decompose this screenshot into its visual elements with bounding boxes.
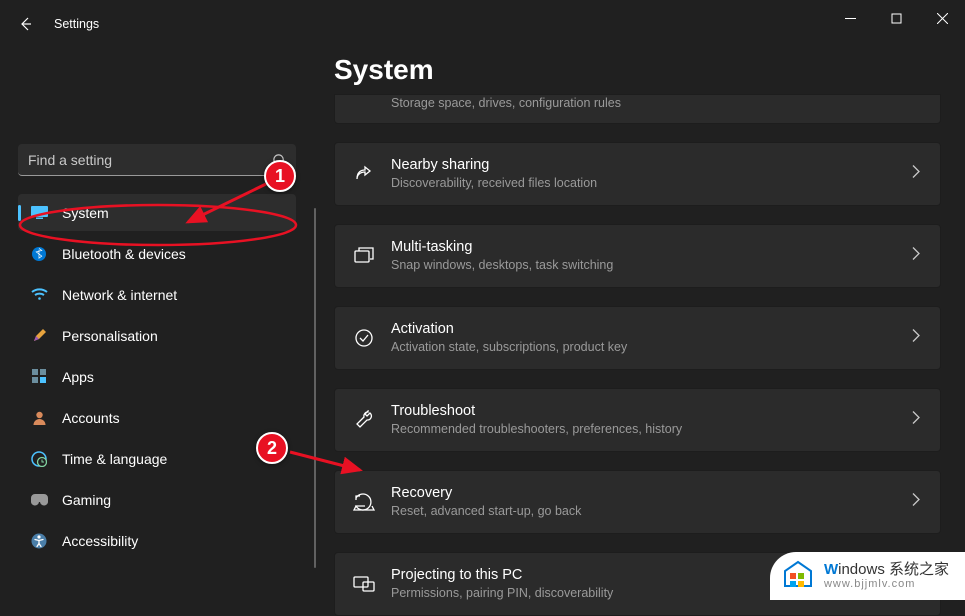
chevron-right-icon xyxy=(912,165,920,184)
window-controls xyxy=(827,14,965,34)
settings-card-nearby-sharing[interactable]: Nearby sharing Discoverability, received… xyxy=(334,142,941,206)
sidebar-item-label: Apps xyxy=(62,369,94,385)
share-icon xyxy=(353,163,375,185)
maximize-icon xyxy=(891,13,902,24)
settings-card-list: Storage space, drives, configuration rul… xyxy=(334,94,941,616)
sidebar-item-label: Network & internet xyxy=(62,287,177,303)
card-desc: Activation state, subscriptions, product… xyxy=(391,339,627,356)
accessibility-icon xyxy=(30,532,48,550)
search-input[interactable] xyxy=(18,144,296,176)
search-field[interactable] xyxy=(18,144,296,176)
projecting-icon xyxy=(353,573,375,595)
watermark-url: www.bjjmlv.com xyxy=(824,578,949,591)
card-desc: Permissions, pairing PIN, discoverabilit… xyxy=(391,585,613,602)
card-desc: Snap windows, desktops, task switching xyxy=(391,257,613,274)
minimize-icon xyxy=(845,13,856,24)
settings-card-multitasking[interactable]: Multi-tasking Snap windows, desktops, ta… xyxy=(334,224,941,288)
sidebar-item-personalisation[interactable]: Personalisation xyxy=(18,317,296,354)
back-button[interactable] xyxy=(6,16,46,32)
card-title: Recovery xyxy=(391,484,581,503)
chevron-right-icon xyxy=(912,329,920,348)
sidebar-item-network[interactable]: Network & internet xyxy=(18,276,296,313)
multitask-icon xyxy=(353,245,375,267)
wrench-icon xyxy=(353,409,375,431)
card-desc: Recommended troubleshooters, preferences… xyxy=(391,421,682,438)
watermark: Windows 系统之家 www.bjjmlv.com xyxy=(770,552,965,600)
maximize-button[interactable] xyxy=(873,2,919,34)
sidebar-item-label: Personalisation xyxy=(62,328,158,344)
clock-globe-icon xyxy=(30,450,48,468)
minimize-button[interactable] xyxy=(827,2,873,34)
annotation-ellipse-1 xyxy=(16,202,300,248)
sidebar: System Bluetooth & devices Network & int… xyxy=(0,48,310,600)
settings-card-activation[interactable]: Activation Activation state, subscriptio… xyxy=(334,306,941,370)
sidebar-item-apps[interactable]: Apps xyxy=(18,358,296,395)
paintbrush-icon xyxy=(30,327,48,345)
sidebar-item-label: Accessibility xyxy=(62,533,138,549)
card-title: Activation xyxy=(391,320,627,339)
title-bar: Settings xyxy=(0,0,965,48)
card-title: Troubleshoot xyxy=(391,402,682,421)
watermark-logo-icon xyxy=(780,558,816,594)
arrow-left-icon xyxy=(18,16,34,32)
settings-card-recovery[interactable]: Recovery Reset, advanced start-up, go ba… xyxy=(334,470,941,534)
gamepad-icon xyxy=(30,491,48,509)
chevron-right-icon xyxy=(912,493,920,512)
sidebar-item-label: Accounts xyxy=(62,410,120,426)
card-desc: Storage space, drives, configuration rul… xyxy=(391,95,621,112)
app-title: Settings xyxy=(54,17,99,31)
apps-icon xyxy=(30,368,48,386)
close-icon xyxy=(937,13,948,24)
recovery-icon xyxy=(353,491,375,513)
settings-card-troubleshoot[interactable]: Troubleshoot Recommended troubleshooters… xyxy=(334,388,941,452)
chevron-right-icon xyxy=(912,247,920,266)
card-title: Nearby sharing xyxy=(391,156,597,175)
sidebar-item-accounts[interactable]: Accounts xyxy=(18,399,296,436)
card-desc: Reset, advanced start-up, go back xyxy=(391,503,581,520)
annotation-marker-2: 2 xyxy=(256,432,288,464)
wifi-icon xyxy=(30,286,48,304)
settings-card-storage[interactable]: Storage space, drives, configuration rul… xyxy=(334,94,941,124)
sidebar-item-gaming[interactable]: Gaming xyxy=(18,481,296,518)
chevron-right-icon xyxy=(912,411,920,430)
card-desc: Discoverability, received files location xyxy=(391,175,597,192)
sidebar-nav: System Bluetooth & devices Network & int… xyxy=(18,194,296,559)
card-title: Projecting to this PC xyxy=(391,566,613,585)
annotation-marker-1: 1 xyxy=(264,160,296,192)
person-icon xyxy=(30,409,48,427)
sidebar-item-label: Time & language xyxy=(62,451,167,467)
page-title: System xyxy=(334,54,941,86)
card-title: Multi-tasking xyxy=(391,238,613,257)
close-button[interactable] xyxy=(919,2,965,34)
check-circle-icon xyxy=(353,327,375,349)
sidebar-item-accessibility[interactable]: Accessibility xyxy=(18,522,296,559)
watermark-title: Windows 系统之家 xyxy=(824,561,949,578)
main-content: System Storage space, drives, configurat… xyxy=(310,48,965,600)
sidebar-item-label: Gaming xyxy=(62,492,111,508)
sidebar-item-time[interactable]: Time & language xyxy=(18,440,296,477)
